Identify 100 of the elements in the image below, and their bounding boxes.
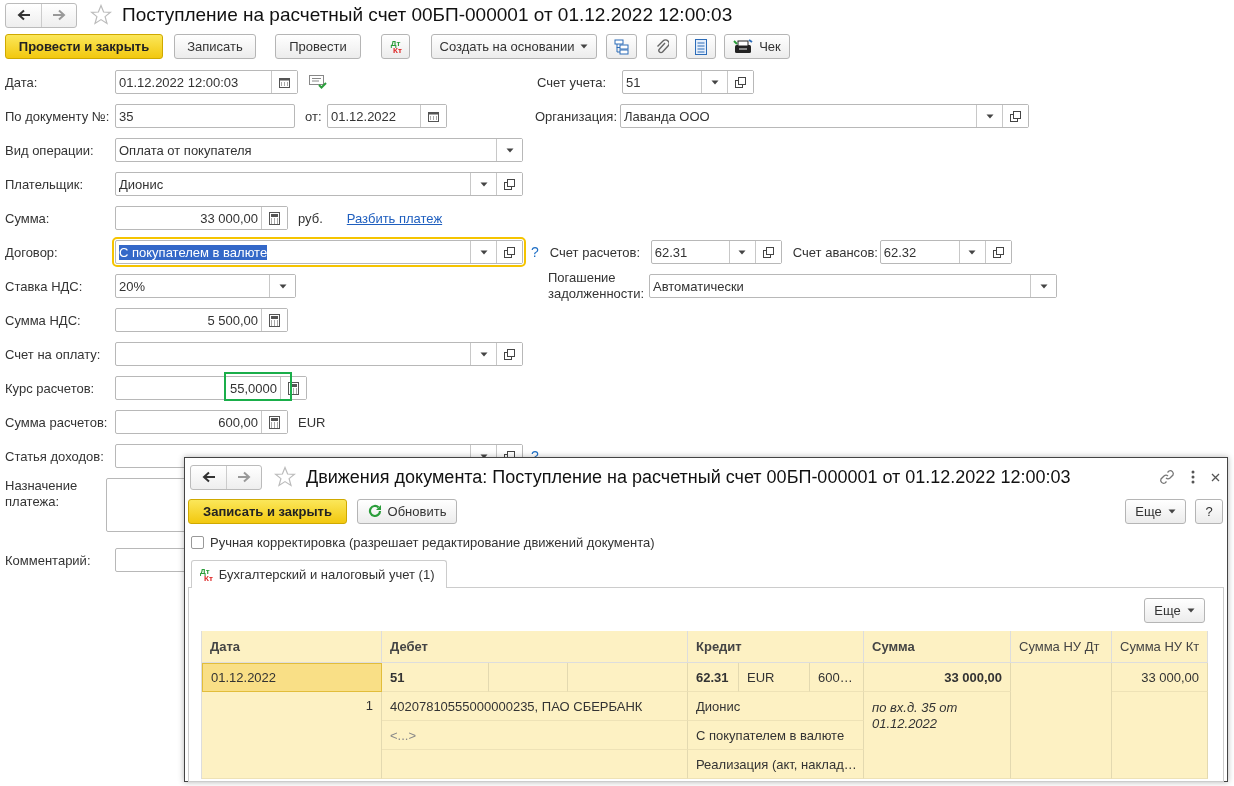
document-check-icon — [309, 75, 327, 89]
list-button[interactable] — [686, 34, 716, 59]
link-icon[interactable] — [1159, 469, 1175, 485]
receipt-button[interactable]: Чек — [724, 34, 790, 59]
column-header: Сумма НУ Кт — [1112, 631, 1208, 663]
dropdown-field[interactable]: Оплата от покупателя — [115, 138, 523, 162]
field-label: Комментарий: — [5, 552, 92, 568]
field-label: Ставка НДС: — [5, 278, 84, 294]
date-field[interactable]: 01.12.2022 — [327, 104, 447, 128]
dropdown-arrow-icon — [479, 181, 488, 187]
select-field[interactable]: Дионис — [115, 172, 523, 196]
calculator-icon — [269, 415, 280, 429]
open-icon — [504, 178, 515, 190]
open-button[interactable] — [496, 173, 522, 195]
list-icon — [695, 38, 707, 55]
favorite-star-icon[interactable] — [274, 466, 296, 488]
close-icon[interactable] — [1211, 472, 1220, 482]
dropdown-arrow-icon — [278, 283, 287, 289]
open-button[interactable] — [496, 343, 522, 365]
calendar-button[interactable] — [271, 71, 297, 93]
column-header: Кредит — [688, 631, 864, 663]
column-header: Дата — [202, 631, 382, 663]
checkbox-label: Ручная корректировка (разрешает редактирование движений документа) — [210, 534, 655, 550]
dropdown-arrow-icon — [1186, 608, 1195, 613]
field-label: от: — [305, 108, 323, 124]
open-button[interactable] — [754, 241, 781, 263]
unit-label: EUR — [298, 414, 326, 430]
calculator-icon — [288, 381, 299, 395]
button[interactable]: Записать — [174, 34, 256, 59]
field-label: Организация: — [535, 108, 619, 124]
table-cell: 40207810555000000235, ПАО СБЕРБАНК — [382, 692, 688, 721]
refresh-button[interactable]: Обновить — [357, 498, 457, 524]
more-icon[interactable] — [1191, 470, 1195, 484]
calculator-button[interactable] — [280, 377, 306, 399]
printer-icon — [733, 38, 754, 55]
open-button[interactable] — [727, 71, 753, 93]
dropdown-field[interactable]: 20% — [115, 274, 296, 298]
attach-button[interactable] — [646, 34, 677, 59]
dropdown-arrow-icon — [968, 249, 977, 255]
field-label: Сумма расчетов: — [5, 414, 109, 430]
forward-arrow-icon — [52, 9, 66, 21]
dropdown-arrow-icon — [505, 147, 514, 153]
back-arrow-icon — [201, 471, 216, 483]
dropdown-arrow-icon — [738, 249, 747, 255]
menu-button[interactable]: Еще — [1125, 498, 1186, 524]
table-cell: по вх.д. 35 от 01.12.2022 — [864, 692, 1011, 779]
menu-button[interactable]: Еще — [1144, 598, 1205, 623]
unit-label: руб. — [298, 210, 323, 226]
favorite-star-icon[interactable] — [90, 4, 112, 26]
calculator-button[interactable] — [261, 207, 287, 229]
calculator-button[interactable] — [261, 411, 287, 433]
checkbox[interactable] — [191, 535, 204, 549]
select-field[interactable]: С покупателем в валюте — [115, 240, 523, 264]
postings-button[interactable]: Дт Кт — [381, 34, 410, 59]
menu-button[interactable]: Создать на основании — [431, 34, 597, 59]
open-button[interactable] — [1002, 105, 1028, 127]
select-field[interactable]: 51 — [622, 70, 754, 94]
calendar-button[interactable] — [420, 105, 446, 127]
dropdown-field[interactable]: Автоматически — [649, 274, 1057, 298]
field-label: Статья доходов: — [5, 448, 105, 464]
select-field[interactable]: Лаванда ООО — [620, 104, 1029, 128]
primary-button[interactable]: Провести и закрыть — [5, 34, 163, 59]
field-label: Сумма НДС: — [5, 312, 82, 328]
column-header: Дебет — [382, 631, 688, 663]
date-field[interactable]: 01.12.2022 12:00:03 — [115, 70, 298, 94]
open-icon — [992, 246, 1004, 258]
number-field[interactable]: 33 000,00 — [115, 206, 288, 230]
table-cell: 51 — [382, 663, 489, 692]
column-header: Сумма НУ Дт — [1011, 631, 1112, 663]
dropdown-arrow-icon — [580, 44, 589, 49]
table-cell: 33 000,00 — [864, 663, 1011, 692]
debit-credit-icon: Дт Кт — [389, 39, 402, 54]
table-cell: С покупателем в валюте — [688, 721, 864, 750]
input-field[interactable]: 35 — [115, 104, 295, 128]
table-cell: 33 000,00 — [1112, 663, 1208, 692]
link[interactable]: Разбить платеж — [346, 210, 443, 226]
button[interactable]: ? — [1195, 498, 1223, 524]
forward-arrow-icon — [237, 471, 251, 483]
select-field[interactable]: 62.31 — [650, 240, 782, 264]
help-link[interactable]: ? — [531, 244, 539, 260]
field-label: Счет учета: — [537, 74, 608, 90]
open-button[interactable] — [984, 241, 1011, 263]
open-icon — [762, 246, 774, 258]
button[interactable]: Провести — [275, 34, 361, 59]
open-icon — [1010, 110, 1021, 122]
field-label: Сумма: — [5, 210, 51, 226]
dropdown-arrow-icon — [479, 249, 488, 255]
select-field[interactable] — [115, 342, 523, 366]
number-field[interactable]: 600,00 — [115, 410, 288, 434]
calculator-button[interactable] — [261, 309, 287, 331]
primary-button[interactable]: Записать и закрыть — [188, 498, 347, 524]
open-button[interactable] — [496, 241, 522, 263]
number-field[interactable]: 5 500,00 — [115, 308, 288, 332]
field-label: По документу №: — [5, 108, 111, 124]
field-label: Счет на оплату: — [5, 346, 102, 362]
window-title: Движения документа: Поступление на расчетный счет 00БП-000001 от 01.12.2022 12:00:03 — [306, 466, 1072, 488]
field-label: Дата: — [5, 74, 39, 90]
select-field[interactable]: 62.32 — [879, 240, 1012, 264]
calendar-icon — [279, 76, 290, 88]
structure-button[interactable] — [606, 34, 637, 59]
